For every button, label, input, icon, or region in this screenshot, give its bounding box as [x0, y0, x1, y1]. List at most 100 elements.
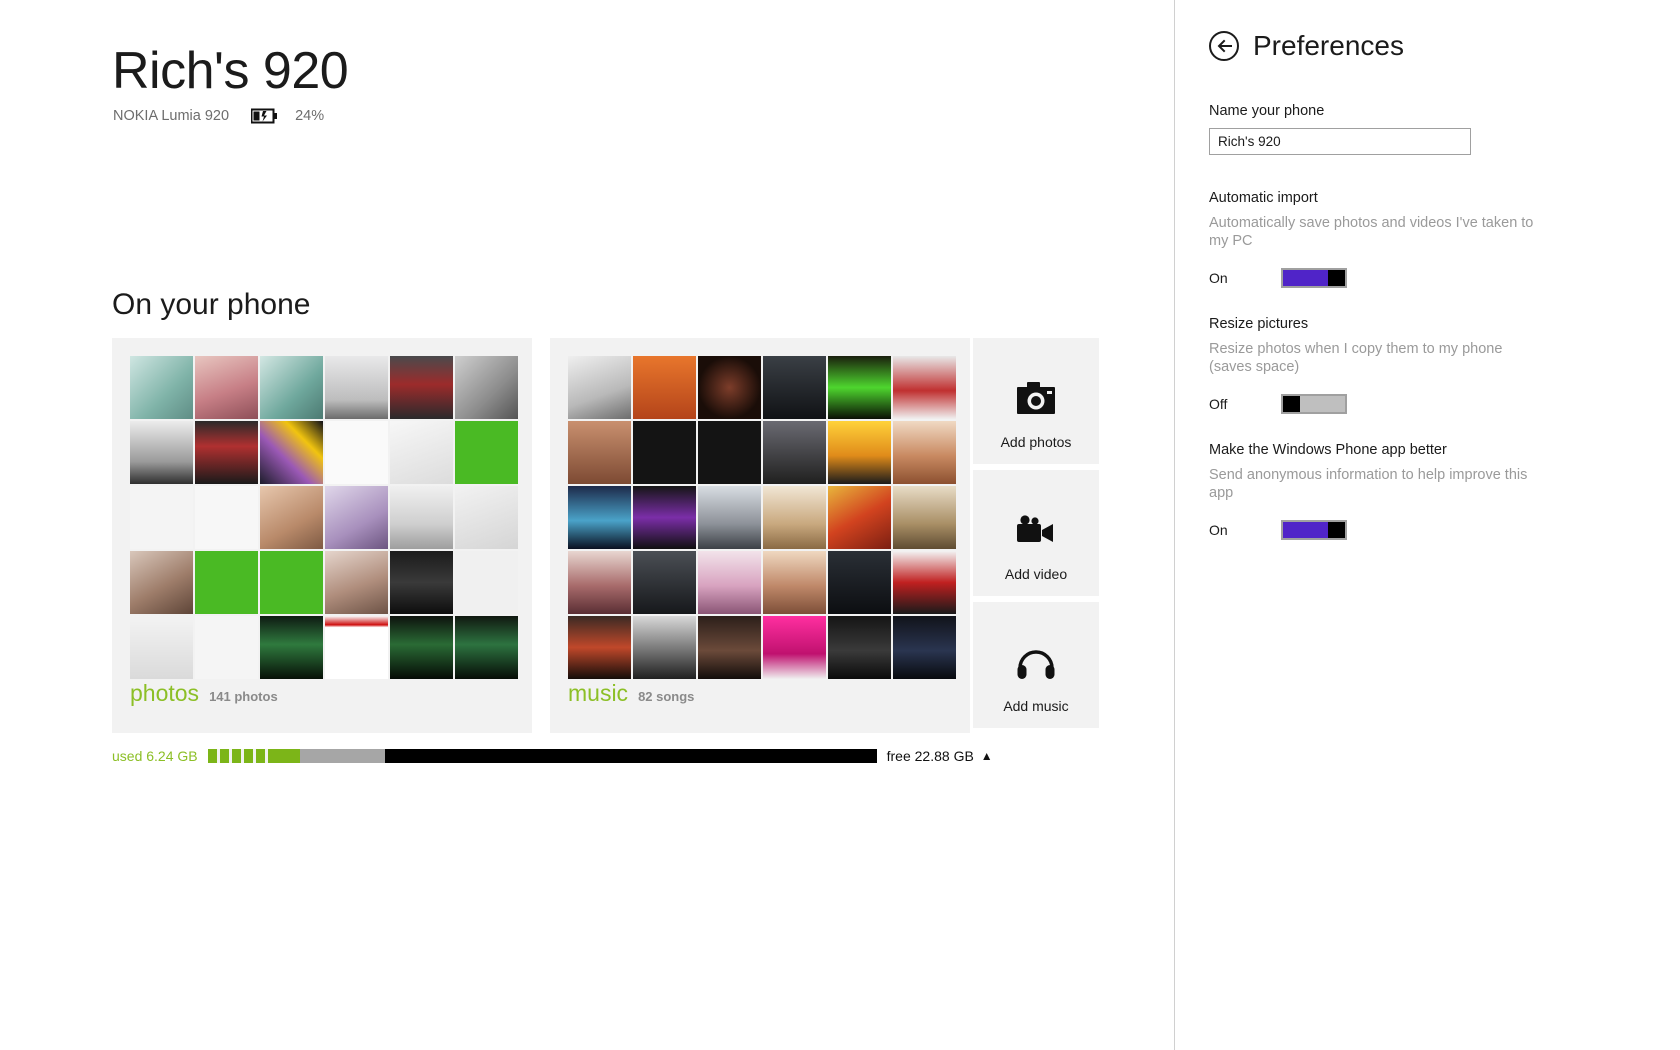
headphones-icon: [1016, 644, 1056, 687]
album-thumb: [568, 421, 631, 484]
album-thumb: [763, 616, 826, 679]
add-buttons-column: Add photos Add video Add music: [973, 338, 1099, 728]
music-tile-label: music: [568, 680, 629, 706]
improve-app-description: Send anonymous information to help impro…: [1209, 467, 1528, 501]
name-your-phone-label: Name your phone: [1209, 103, 1325, 119]
photo-thumb: [260, 616, 323, 679]
album-thumb: [568, 486, 631, 549]
device-model: NOKIA Lumia 920: [113, 108, 230, 124]
device-info-row: NOKIA Lumia 920 24%: [113, 108, 324, 124]
preferences-panel: Preferences Name your phone Automatic im…: [1174, 0, 1680, 1050]
album-thumb: [763, 356, 826, 419]
section-title: On your phone: [112, 288, 311, 321]
photo-thumb: [260, 356, 323, 419]
storage-segment-used-categories: [207, 749, 270, 763]
toggle-fill: [1300, 395, 1345, 412]
photo-thumb: [455, 421, 518, 484]
photos-tile-count: 141 photos: [209, 689, 278, 704]
album-thumb: [893, 551, 956, 614]
main-pane: Rich's 920 NOKIA Lumia 920 24% On your p…: [0, 0, 1173, 1050]
resize-pictures-title: Resize pictures: [1209, 316, 1309, 332]
album-thumb: [633, 486, 696, 549]
toggle-fill: [1283, 269, 1328, 286]
toggle-knob: [1328, 521, 1345, 538]
photos-tile-label: photos: [130, 680, 200, 706]
photo-thumb: [325, 356, 388, 419]
storage-used-label: used 6.24 GB: [112, 748, 198, 764]
toggle-knob: [1328, 269, 1345, 286]
music-tile[interactable]: music 82 songs: [550, 338, 970, 733]
app-root: Rich's 920 NOKIA Lumia 920 24% On your p…: [0, 0, 1680, 1050]
album-thumb: [568, 551, 631, 614]
photo-thumb: [390, 421, 453, 484]
photos-tile[interactable]: photos 141 photos: [112, 338, 532, 733]
back-arrow-icon[interactable]: [1209, 31, 1239, 61]
album-thumb: [893, 486, 956, 549]
add-video-button[interactable]: Add video: [973, 470, 1099, 596]
improve-app-toggle[interactable]: [1281, 519, 1347, 540]
photo-thumb: [455, 616, 518, 679]
storage-free-label: free 22.88 GB: [886, 748, 974, 764]
resize-pictures-toggle-row: Off: [1209, 393, 1539, 414]
photo-thumb: [390, 356, 453, 419]
photo-thumb: [195, 421, 258, 484]
album-thumb: [828, 421, 891, 484]
album-thumb: [633, 616, 696, 679]
page-title: Rich's 920: [112, 42, 349, 100]
album-thumb: [633, 551, 696, 614]
resize-pictures-toggle[interactable]: [1281, 393, 1347, 414]
album-thumb: [893, 616, 956, 679]
storage-bar[interactable]: used 6.24 GB free 22.88 GB ▲: [112, 748, 993, 764]
music-thumbnail-grid: [568, 356, 956, 679]
photo-thumb: [195, 616, 258, 679]
automatic-import-title: Automatic import: [1209, 190, 1318, 206]
music-tile-count: 82 songs: [638, 689, 695, 704]
photo-thumb: [325, 421, 388, 484]
resize-pictures-description: Resize photos when I copy them to my pho…: [1209, 341, 1503, 375]
album-thumb: [568, 356, 631, 419]
photo-thumb: [325, 551, 388, 614]
photo-thumb: [130, 421, 193, 484]
improve-app-title: Make the Windows Phone app better: [1209, 442, 1447, 458]
add-photos-button[interactable]: Add photos: [973, 338, 1099, 464]
video-camera-icon: [1015, 514, 1057, 552]
improve-app-block: Make the Windows Phone app better Send a…: [1209, 442, 1539, 540]
camera-icon: [1016, 381, 1056, 422]
automatic-import-state: On: [1209, 269, 1228, 286]
add-music-label: Add music: [1003, 698, 1069, 714]
album-thumb: [828, 356, 891, 419]
album-thumb: [698, 551, 761, 614]
storage-segment-system: [299, 749, 385, 763]
photo-thumb: [130, 551, 193, 614]
album-thumb: [763, 551, 826, 614]
resize-pictures-state: Off: [1209, 395, 1228, 412]
add-video-label: Add video: [1004, 566, 1068, 582]
add-music-button[interactable]: Add music: [973, 602, 1099, 728]
photo-thumb: [325, 616, 388, 679]
music-tile-footer: music 82 songs: [568, 680, 694, 707]
caret-up-icon[interactable]: ▲: [981, 749, 993, 763]
photo-thumb: [260, 486, 323, 549]
album-thumb: [633, 421, 696, 484]
photo-thumb: [195, 551, 258, 614]
preferences-title: Preferences: [1253, 30, 1404, 61]
photo-thumb: [390, 551, 453, 614]
automatic-import-toggle[interactable]: [1281, 267, 1347, 288]
toggle-knob: [1283, 395, 1300, 412]
photo-thumb: [390, 486, 453, 549]
album-thumb: [698, 356, 761, 419]
photo-thumb: [455, 486, 518, 549]
album-thumb: [893, 356, 956, 419]
photo-thumb: [130, 486, 193, 549]
storage-segment-free: [384, 749, 877, 763]
album-thumb: [763, 486, 826, 549]
battery-percent: 24%: [295, 108, 325, 124]
photo-thumb: [195, 486, 258, 549]
album-thumb: [698, 616, 761, 679]
photo-thumb: [195, 356, 258, 419]
preferences-header: Preferences: [1209, 30, 1404, 62]
photos-thumbnail-grid: [130, 356, 518, 679]
photo-thumb: [455, 551, 518, 614]
phone-name-input[interactable]: [1209, 128, 1471, 155]
name-your-phone-block: Name your phone: [1209, 103, 1539, 155]
